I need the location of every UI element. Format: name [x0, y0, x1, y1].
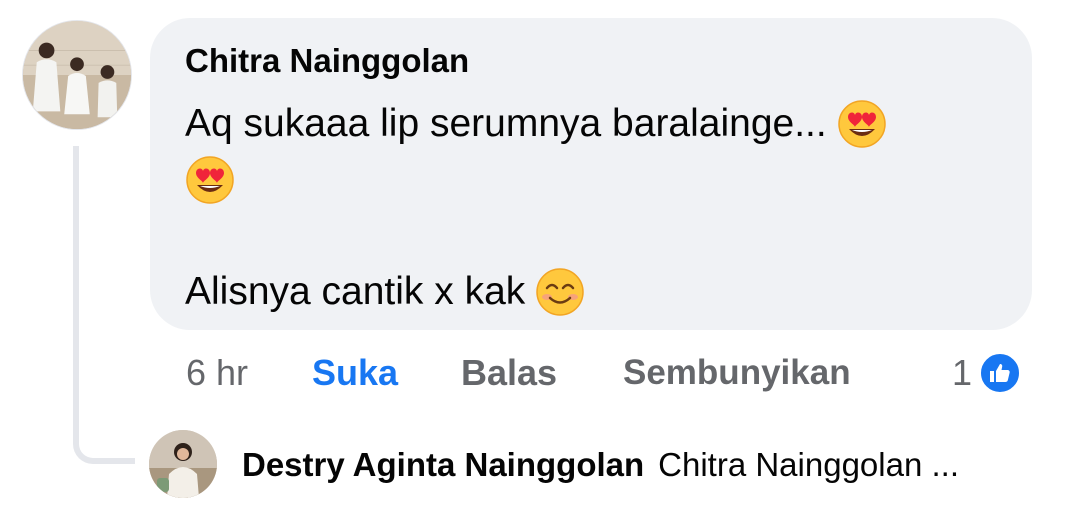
comment-line-1: Aq sukaaa lip serumnya baralainge...	[185, 96, 887, 152]
reaction-count: 1	[952, 352, 973, 393]
comment-author-name[interactable]: Chitra Nainggolan	[185, 42, 469, 80]
reaction-summary[interactable]: 1	[952, 348, 1023, 398]
reply-author-name[interactable]: Destry Aginta Nainggolan	[242, 446, 644, 483]
commenter-avatar[interactable]	[22, 20, 132, 130]
comment-line-4: Alisnya cantik x kak	[185, 264, 887, 320]
heart-eyes-emoji-icon	[185, 155, 235, 205]
avatar-photo	[23, 21, 131, 129]
reply-preview[interactable]: Destry Aginta Nainggolan Chitra Nainggola…	[242, 440, 959, 490]
comment-timestamp[interactable]: 6 hr	[186, 348, 248, 398]
heart-eyes-emoji-icon	[837, 99, 887, 149]
reply-snippet: Chitra Nainggolan ...	[658, 446, 959, 483]
reply-avatar-photo	[149, 430, 217, 498]
hide-button[interactable]: Sembunyikan	[623, 348, 851, 398]
smiling-face-emoji-icon	[535, 267, 585, 317]
like-button[interactable]: Suka	[312, 348, 398, 398]
thumbs-up-icon	[978, 351, 1023, 395]
reply-button[interactable]: Balas	[461, 348, 557, 398]
comment-body: Aq sukaaa lip serumnya baralainge... Ali…	[185, 96, 887, 320]
thread-connector-line	[73, 146, 135, 464]
reply-author-avatar[interactable]	[149, 430, 217, 498]
comment-line-4-text: Alisnya cantik x kak	[185, 270, 526, 313]
comment-line-1-text: Aq sukaaa lip serumnya baralainge...	[185, 102, 827, 145]
comment-line-2	[185, 152, 887, 208]
comment-blank-line	[185, 208, 887, 264]
comment-actions-row: 6 hr Suka Balas Sembunyikan	[0, 348, 1067, 398]
comment-bubble[interactable]: Chitra Nainggolan Aq sukaaa lip serumnya…	[150, 18, 1032, 330]
